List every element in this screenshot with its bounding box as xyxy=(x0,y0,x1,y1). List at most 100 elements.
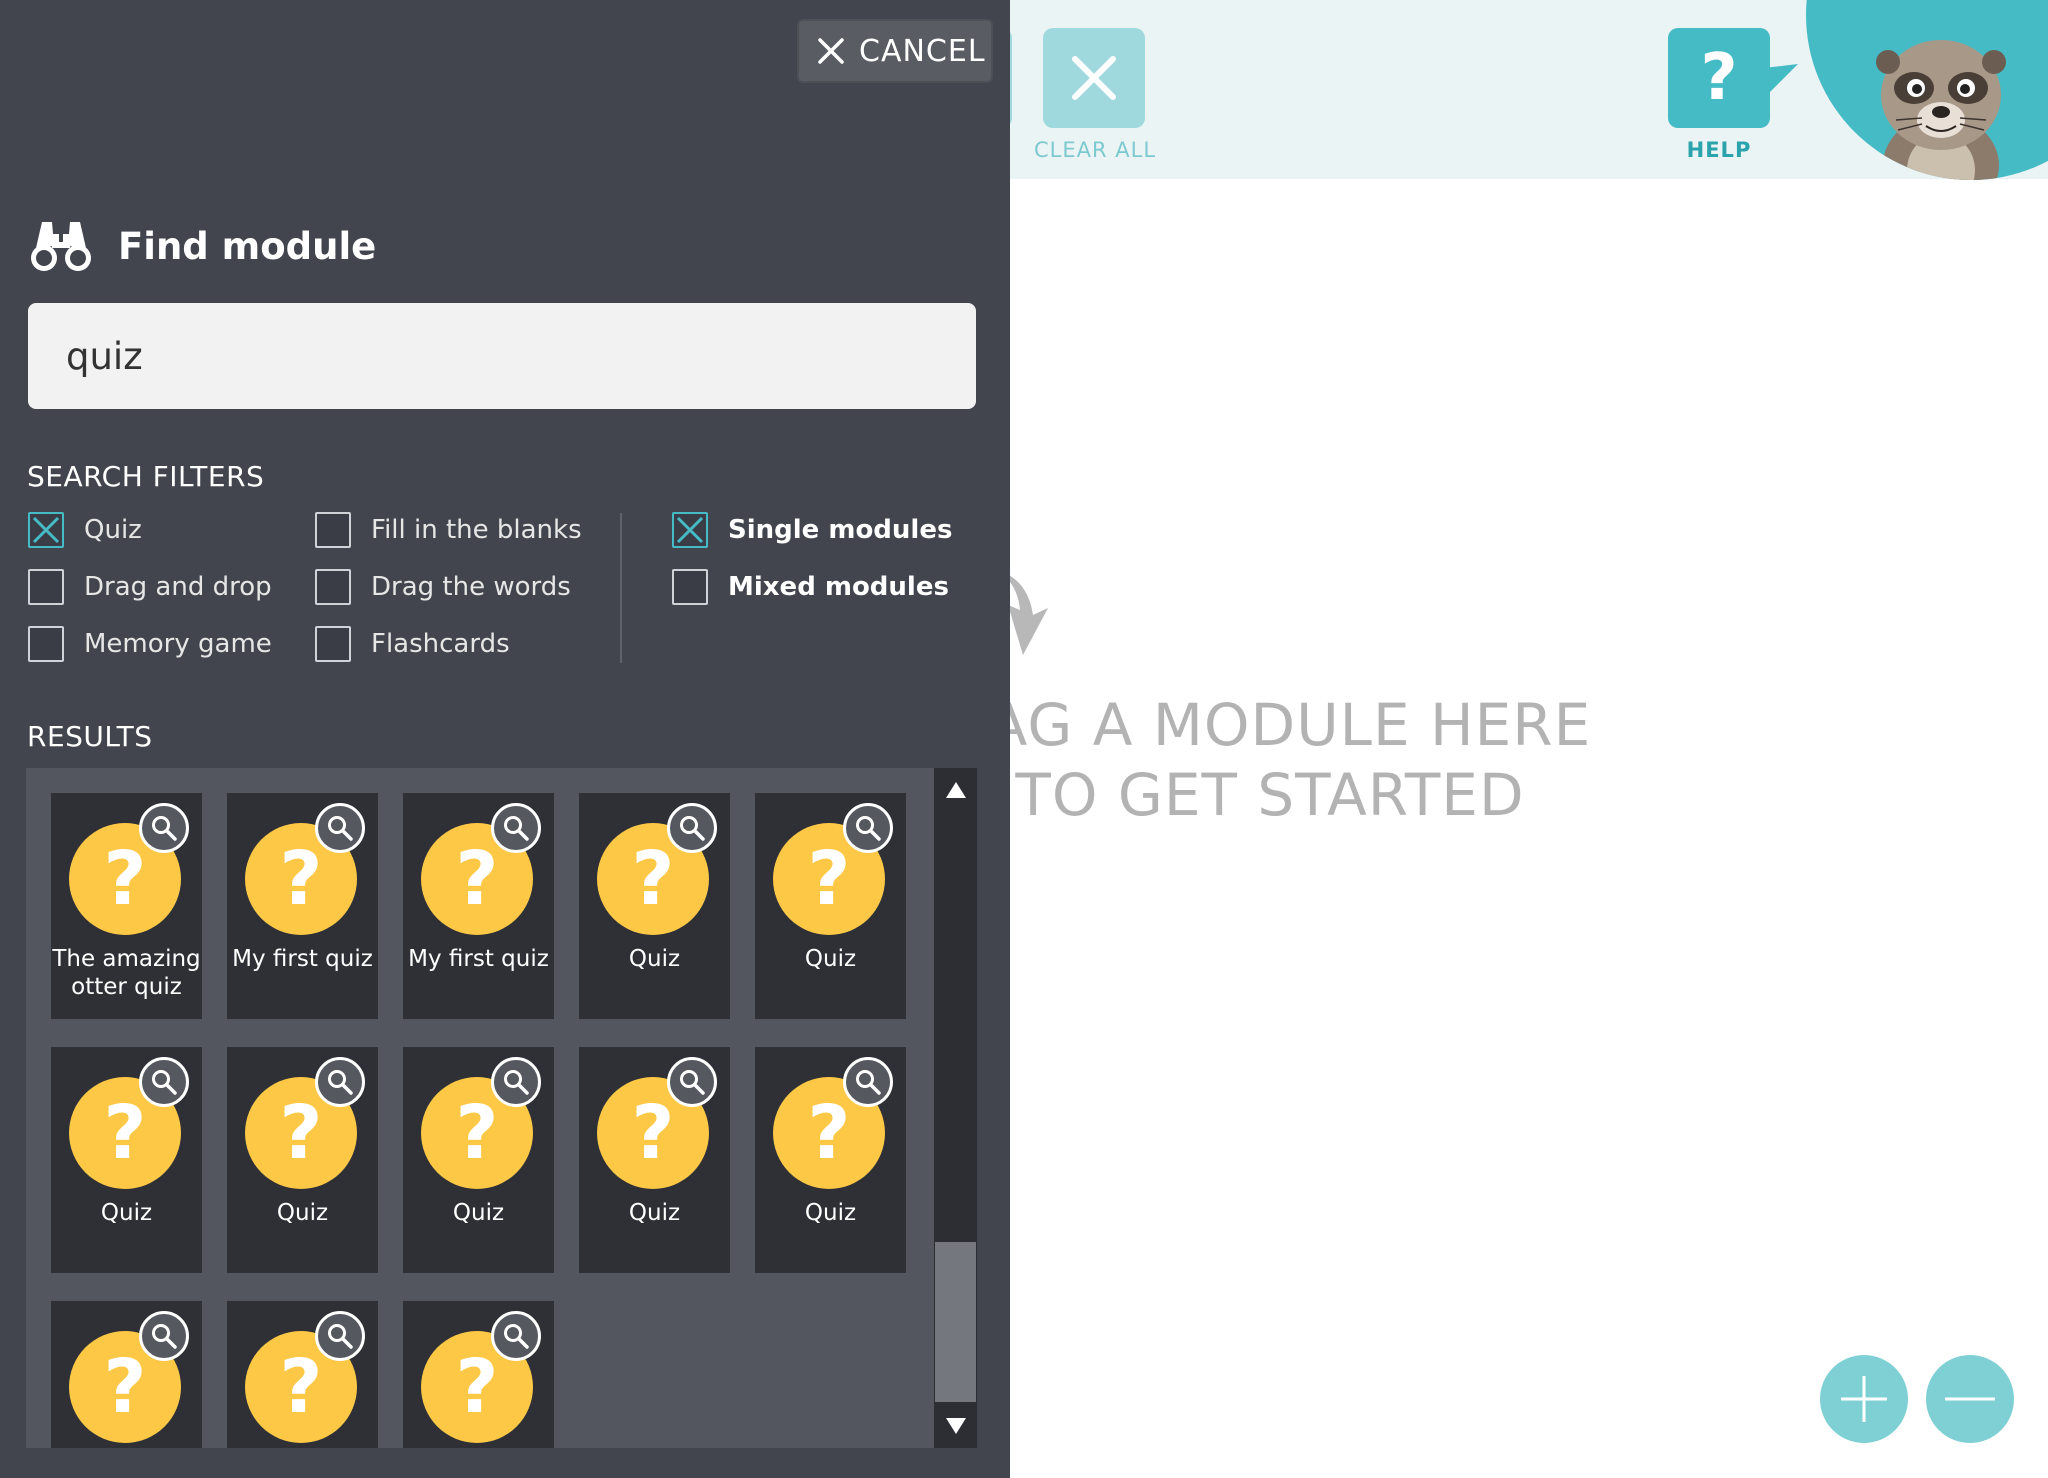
checkbox[interactable] xyxy=(315,626,351,662)
help-glyph: ? xyxy=(1700,41,1738,115)
preview-button[interactable] xyxy=(139,803,189,853)
filter-drag-and-drop[interactable]: Drag and drop xyxy=(28,569,272,605)
preview-button[interactable] xyxy=(315,1057,365,1107)
preview-button[interactable] xyxy=(315,1311,365,1361)
result-tile[interactable]: ? Quiz xyxy=(579,1047,730,1273)
filter-divider xyxy=(620,513,622,663)
triangle-up-icon xyxy=(945,782,966,798)
scroll-down-button[interactable] xyxy=(934,1404,977,1448)
magnifier-icon xyxy=(504,816,529,841)
preview-button[interactable] xyxy=(667,803,717,853)
filter-flashcards[interactable]: Flashcards xyxy=(315,626,510,662)
result-tile[interactable]: ? Quiz xyxy=(755,793,906,1019)
filter-label: Quiz xyxy=(84,515,142,545)
help-label: HELP xyxy=(1686,138,1752,162)
filter-label: Single modules xyxy=(728,515,953,545)
result-name: Quiz xyxy=(804,1200,857,1226)
cancel-label: CANCEL xyxy=(859,33,986,69)
magnifier-icon xyxy=(152,816,177,841)
magnifier-icon xyxy=(152,1070,177,1095)
magnifier-icon xyxy=(504,1324,529,1349)
filters-heading: SEARCH FILTERS xyxy=(27,460,265,493)
scroll-up-button[interactable] xyxy=(934,768,977,812)
close-icon xyxy=(1072,56,1116,100)
magnifier-icon xyxy=(328,816,353,841)
checkbox[interactable] xyxy=(672,569,708,605)
preview-button[interactable] xyxy=(843,1057,893,1107)
zoom-in-button[interactable] xyxy=(1820,1355,1908,1443)
result-tile[interactable]: ? My first quiz xyxy=(403,793,554,1019)
result-name: Quiz xyxy=(628,946,681,972)
find-module-panel: CANCEL Find module SEARCH FILTERS Quiz D… xyxy=(0,0,1010,1478)
preview-button[interactable] xyxy=(315,803,365,853)
result-tile[interactable]: ? xyxy=(227,1301,378,1448)
filter-mixed-modules[interactable]: Mixed modules xyxy=(672,569,949,605)
preview-button[interactable] xyxy=(843,803,893,853)
preview-button[interactable] xyxy=(491,1057,541,1107)
speech-tail-icon xyxy=(1764,64,1798,92)
checkbox[interactable] xyxy=(28,626,64,662)
checkbox[interactable] xyxy=(315,512,351,548)
result-tile[interactable]: ? Quiz xyxy=(227,1047,378,1273)
result-tile[interactable]: ? xyxy=(51,1301,202,1448)
result-name: The amazing otter quiz xyxy=(52,946,201,1000)
magnifier-icon xyxy=(152,1324,177,1349)
panel-title: Find module xyxy=(118,224,377,268)
filter-quiz[interactable]: Quiz xyxy=(28,512,142,548)
result-name: Quiz xyxy=(628,1200,681,1226)
filter-memory-game[interactable]: Memory game xyxy=(28,626,272,662)
checkbox[interactable] xyxy=(28,569,64,605)
magnifier-icon xyxy=(328,1324,353,1349)
zoom-out-button[interactable] xyxy=(1926,1355,2014,1443)
check-x-icon xyxy=(32,516,60,544)
magnifier-icon xyxy=(680,816,705,841)
search-input[interactable] xyxy=(28,303,976,409)
filter-label: Drag and drop xyxy=(84,572,272,602)
magnifier-icon xyxy=(856,816,881,841)
preview-button[interactable] xyxy=(491,1311,541,1361)
result-tile[interactable]: ? Quiz xyxy=(51,1047,202,1273)
filter-fill-in-the-blanks[interactable]: Fill in the blanks xyxy=(315,512,582,548)
result-tile[interactable]: ? The amazing otter quiz xyxy=(51,793,202,1019)
result-tile[interactable]: ? xyxy=(403,1301,554,1448)
result-tile[interactable]: ? Quiz xyxy=(755,1047,906,1273)
checkbox-checked[interactable] xyxy=(672,512,708,548)
filter-single-modules[interactable]: Single modules xyxy=(672,512,952,548)
filter-label: Fill in the blanks xyxy=(371,515,582,545)
result-name: Quiz xyxy=(804,946,857,972)
help-button[interactable]: ? xyxy=(1668,28,1770,128)
triangle-down-icon xyxy=(945,1418,966,1434)
magnifier-icon xyxy=(504,1070,529,1095)
scroll-thumb[interactable] xyxy=(935,1242,976,1402)
magnifier-icon xyxy=(328,1070,353,1095)
checkbox[interactable] xyxy=(315,569,351,605)
magnifier-icon xyxy=(856,1070,881,1095)
results-heading: RESULTS xyxy=(27,720,153,753)
check-x-icon xyxy=(676,516,704,544)
result-name: Quiz xyxy=(276,1200,329,1226)
filter-drag-the-words[interactable]: Drag the words xyxy=(315,569,571,605)
filter-label: Drag the words xyxy=(371,572,571,602)
close-icon xyxy=(818,38,844,64)
result-tile[interactable]: ? Quiz xyxy=(579,793,730,1019)
result-name: Quiz xyxy=(452,1200,505,1226)
checkbox-checked[interactable] xyxy=(28,512,64,548)
preview-button[interactable] xyxy=(139,1057,189,1107)
cancel-button[interactable]: CANCEL xyxy=(797,19,993,83)
minus-icon xyxy=(1945,1397,1995,1401)
preview-button[interactable] xyxy=(491,803,541,853)
meerkat-icon xyxy=(1876,40,2006,180)
result-tile[interactable]: ? Quiz xyxy=(403,1047,554,1273)
result-tile[interactable]: ? My first quiz xyxy=(227,793,378,1019)
clear-all-button[interactable] xyxy=(1043,28,1145,128)
filter-label: Memory game xyxy=(84,629,272,659)
magnifier-icon xyxy=(680,1070,705,1095)
results-scrollbar[interactable] xyxy=(934,768,977,1448)
filter-label: Mixed modules xyxy=(728,572,949,602)
find-module-header: Find module xyxy=(28,218,376,274)
preview-button[interactable] xyxy=(139,1311,189,1361)
preview-button[interactable] xyxy=(667,1057,717,1107)
results-grid: ? The amazing otter quiz ? My first quiz… xyxy=(26,768,936,1448)
filter-label: Flashcards xyxy=(371,629,510,659)
binoculars-icon xyxy=(31,222,91,271)
